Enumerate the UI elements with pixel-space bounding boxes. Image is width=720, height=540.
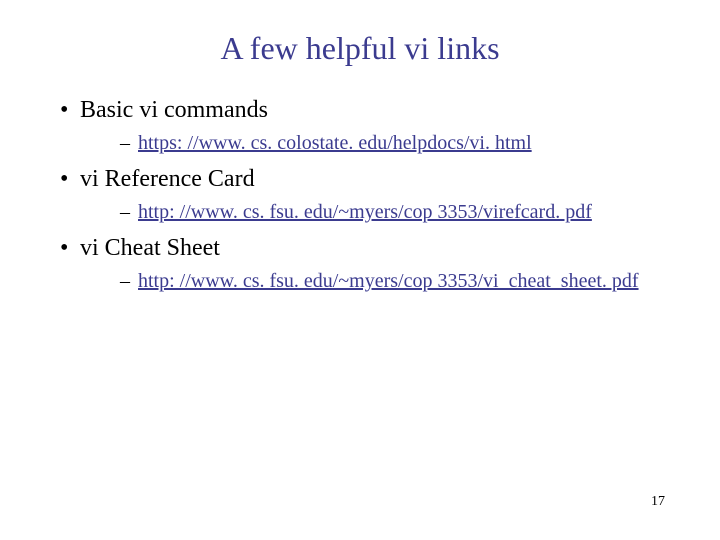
bullet-item-basic: Basic vi commands https: //www. cs. colo… [60, 97, 660, 156]
bullet-item-refcard: vi Reference Card http: //www. cs. fsu. … [60, 166, 660, 225]
sub-list: http: //www. cs. fsu. edu/~myers/cop 335… [120, 268, 660, 294]
sub-item-link: https: //www. cs. colostate. edu/helpdoc… [120, 130, 660, 156]
main-bullet-list: Basic vi commands https: //www. cs. colo… [60, 97, 660, 294]
bullet-label: vi Cheat Sheet [80, 235, 220, 261]
sub-list: http: //www. cs. fsu. edu/~myers/cop 335… [120, 199, 660, 225]
page-number: 17 [651, 494, 665, 510]
sub-list: https: //www. cs. colostate. edu/helpdoc… [120, 130, 660, 156]
sub-item-link: http: //www. cs. fsu. edu/~myers/cop 335… [120, 268, 660, 294]
link-cheatsheet[interactable]: http: //www. cs. fsu. edu/~myers/cop 335… [138, 270, 639, 292]
bullet-label: vi Reference Card [80, 166, 255, 192]
slide-title: A few helpful vi links [60, 30, 660, 67]
bullet-item-cheatsheet: vi Cheat Sheet http: //www. cs. fsu. edu… [60, 235, 660, 294]
sub-item-link: http: //www. cs. fsu. edu/~myers/cop 335… [120, 199, 660, 225]
link-refcard[interactable]: http: //www. cs. fsu. edu/~myers/cop 335… [138, 201, 592, 223]
link-colostate[interactable]: https: //www. cs. colostate. edu/helpdoc… [138, 132, 532, 154]
bullet-label: Basic vi commands [80, 97, 268, 123]
